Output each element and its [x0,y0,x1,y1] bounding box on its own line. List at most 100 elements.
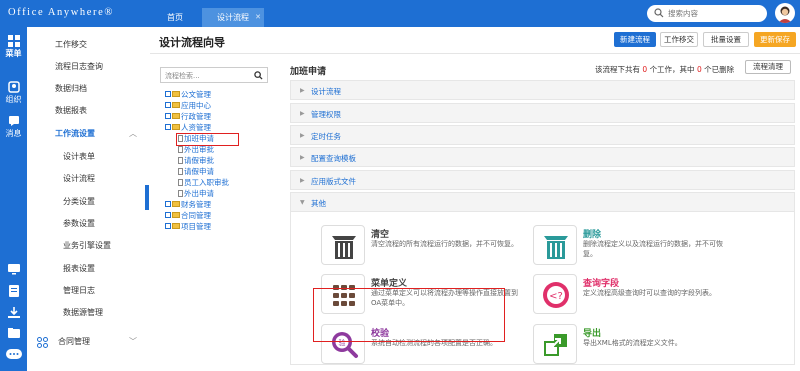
tab-design-flow[interactable]: 设计流程 ✕ [202,8,264,27]
update-save-button[interactable]: 更新保存 [754,32,796,47]
expand-icon[interactable] [165,223,171,229]
new-flow-button[interactable]: 新建流程 [614,32,656,47]
nav-message[interactable]: 消息 [0,115,27,139]
trash-icon [533,225,577,265]
tree-node-outing-approval[interactable]: 外出审批 [178,145,214,155]
card-clear[interactable]: 清空 清空流程的所有流程运行的数据，并不可恢复。 [321,225,521,271]
document-icon [178,168,183,175]
chevron-up-icon: ︿ [129,129,137,138]
tree-node-leave-request[interactable]: 请假申请 [178,167,214,177]
top-bar: Office Anywhere® 首页 设计流程 ✕ [0,0,800,27]
section-scheduled[interactable]: ▶ 定时任务 [290,125,795,145]
tab-label: 设计流程 [217,13,249,22]
nav-more[interactable] [0,349,27,359]
expand-icon[interactable] [165,102,171,108]
search-input[interactable] [668,7,758,20]
tree-node-leave-approval[interactable]: 请假审批 [178,156,214,166]
expand-icon[interactable] [165,212,171,218]
sidebar-item-workflow-settings[interactable]: 工作流设置 ︿ [27,123,147,145]
card-query-field[interactable]: <? 查询字段 定义流程高级查询时可以查询的字段列表。 [533,274,733,320]
app-logo: Office Anywhere® [8,7,114,18]
sidebar-item-contract[interactable]: 合同管理 ﹀ [27,331,147,353]
tree-node-label: 合同管理 [181,211,211,220]
sidebar-item-flow-log[interactable]: 流程日志查询 [27,56,147,78]
card-desc: 导出XML格式的流程定义文件。 [583,339,682,347]
card-delete[interactable]: 删除 删除流程定义以及流程运行的数据，并不可恢复。 [533,225,733,271]
sidebar-item-report[interactable]: 数据报表 [27,100,147,122]
sidebar-item-design-form[interactable]: 设计表单 [27,146,147,168]
nav-menu[interactable]: 菜单 [0,35,27,59]
section-label: 管理权限 [311,110,341,119]
section-label: 应用版式文件 [311,177,356,186]
tree-node-label: 外出审批 [184,145,214,154]
nav-folder[interactable] [0,327,27,339]
tree-node-admin[interactable]: 行政管理 [165,112,211,122]
collapse-icon[interactable] [165,124,171,130]
tab-home[interactable]: 首页 [150,8,200,27]
caret-right-icon: ▶ [300,132,305,139]
section-layout-file[interactable]: ▶ 应用版式文件 [290,170,795,190]
nav-label: 消息 [5,129,22,138]
work-transfer-button[interactable]: 工作移交 [660,32,698,47]
count-prefix: 该流程下共有 [595,65,640,74]
tree-search-input[interactable]: 流程检索... [160,67,268,83]
sidebar-item-engine[interactable]: 业务引擎设置 [27,235,147,257]
section-other[interactable]: ▼ 其他 [290,192,795,212]
avatar[interactable] [775,3,795,23]
sidebar-item-archive[interactable]: 数据归档 [27,78,147,100]
nav-download[interactable] [0,307,27,319]
flow-count: 该流程下共有 0 个工作，其中 0 个已删除 [595,64,734,75]
section-query-template[interactable]: ▶ 配置查询模板 [290,147,795,167]
count-mid: 个工作，其中 [649,65,695,74]
card-desc: 清空流程的所有流程运行的数据，并不可恢复。 [371,240,518,248]
sidebar-item-params[interactable]: 参数设置 [27,213,147,235]
expand-icon[interactable] [165,91,171,97]
caret-down-icon: ▼ [300,199,305,206]
sidebar-item-category[interactable]: 分类设置 [27,191,147,213]
message-icon [8,116,19,126]
section-permissions[interactable]: ▶ 管理权限 [290,103,795,123]
tree-node-label: 公文管理 [181,90,211,99]
tree-node-label: 员工入职审批 [184,178,229,187]
sidebar-item-work-transfer[interactable]: 工作移交 [27,34,147,56]
tree-node-label: 财务管理 [181,200,211,209]
tree-node-hr[interactable]: 人资管理 [165,123,211,133]
more-icon [5,349,22,359]
tree-node-onboarding[interactable]: 员工入职审批 [178,178,229,188]
sidebar-item-design-flow[interactable]: 设计流程 [27,168,147,190]
expand-icon[interactable] [165,201,171,207]
flow-clean-button[interactable]: 流程清理 [745,60,791,74]
sidebar-item-admin-log[interactable]: 管理日志 [27,280,147,302]
card-export[interactable]: 导出 导出XML格式的流程定义文件。 [533,324,733,370]
document-icon [178,146,183,153]
tree-node-project[interactable]: 项目管理 [165,222,211,232]
nav-doc[interactable] [0,285,27,297]
tree-node-official[interactable]: 公文管理 [165,90,211,100]
section-label: 定时任务 [311,132,341,141]
tree-node-app-center[interactable]: 应用中心 [165,101,211,111]
card-desc: 删除流程定义以及流程运行的数据，并不可恢复。 [583,240,723,258]
sidebar-item-datasource[interactable]: 数据源管理 [27,302,147,324]
close-icon[interactable]: ✕ [255,8,261,27]
sidebar-collapse-handle[interactable] [145,185,149,210]
document-icon [178,179,183,186]
svg-text:<?: <? [549,291,563,302]
search-icon[interactable] [654,8,664,18]
nav-monitor[interactable] [0,263,27,275]
folder-icon [172,201,180,207]
expand-icon[interactable] [165,113,171,119]
tree-node-outing-request[interactable]: 外出申请 [178,189,214,199]
folder-icon [172,223,180,229]
tree-search-placeholder: 流程检索... [165,72,200,80]
card-desc: 定义流程高级查询时可以查询的字段列表。 [583,289,716,297]
batch-settings-button[interactable]: 批量设置 [703,32,749,47]
folder-icon [7,328,20,338]
search-icon[interactable] [254,71,263,80]
section-design-flow[interactable]: ▶ 设计流程 [290,80,795,100]
tree-node-finance[interactable]: 财务管理 [165,200,211,210]
nav-org[interactable]: 组织 [0,81,27,105]
tree-node-contract[interactable]: 合同管理 [165,211,211,221]
sidebar-item-report-settings[interactable]: 报表设置 [27,258,147,280]
tree-node-label: 行政管理 [181,112,211,121]
count-total: 0 [642,65,648,74]
